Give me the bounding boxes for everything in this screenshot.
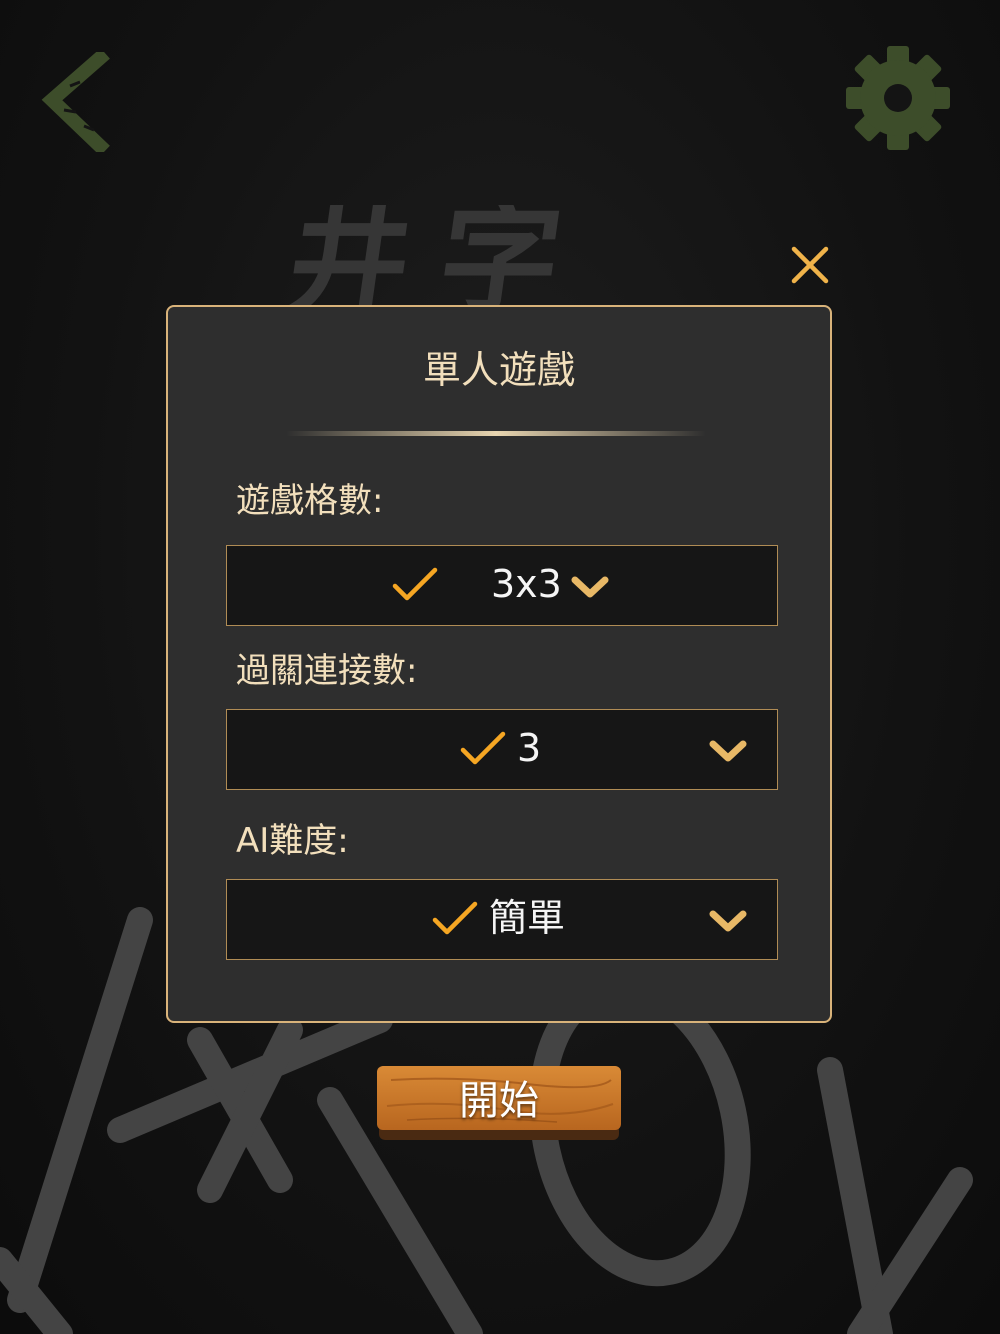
start-button[interactable]: 開始 xyxy=(377,1066,621,1142)
grid-size-value: 3x3 xyxy=(491,562,562,606)
chevron-down-icon xyxy=(709,910,747,932)
back-button[interactable] xyxy=(40,48,112,156)
win-length-select[interactable]: 3 xyxy=(226,709,778,790)
check-icon xyxy=(432,901,478,935)
dialog-title: 單人遊戲 xyxy=(422,348,575,392)
chevron-left-icon xyxy=(41,48,110,156)
settings-button[interactable] xyxy=(844,44,952,152)
close-icon xyxy=(791,246,829,284)
gear-icon xyxy=(846,46,950,150)
start-button-label: 開始 xyxy=(459,1078,539,1124)
check-icon xyxy=(460,731,506,765)
close-button[interactable] xyxy=(788,243,832,287)
grid-size-select[interactable]: 3x3 xyxy=(226,545,778,626)
single-player-dialog: 單人遊戲 遊戲格數: 3x3 過關連接數: 3 AI難度: 簡單 xyxy=(166,305,832,1023)
win-length-label: 過關連接數: xyxy=(236,651,418,691)
ai-difficulty-value: 簡單 xyxy=(489,896,566,940)
background-title-art: 井字 xyxy=(282,205,600,315)
chevron-down-icon xyxy=(709,740,747,762)
title-divider xyxy=(286,431,706,436)
win-length-value: 3 xyxy=(517,726,542,770)
check-icon xyxy=(392,567,438,601)
chevron-down-icon xyxy=(571,576,609,598)
ai-difficulty-label: AI難度: xyxy=(236,821,349,861)
ai-difficulty-select[interactable]: 簡單 xyxy=(226,879,778,960)
grid-size-label: 遊戲格數: xyxy=(236,481,384,521)
